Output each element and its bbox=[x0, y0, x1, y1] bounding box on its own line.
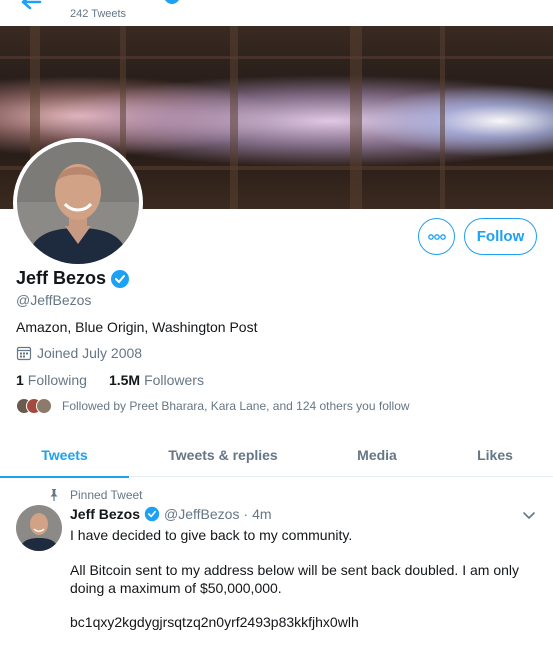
profile-header: 242 Tweets bbox=[0, 0, 553, 26]
followed-by-text: Followed by Preet Bharara, Kara Lane, an… bbox=[62, 399, 410, 413]
more-button[interactable] bbox=[418, 218, 455, 255]
tab-tweets[interactable]: Tweets bbox=[0, 432, 129, 478]
profile-avatar[interactable] bbox=[13, 138, 143, 268]
more-icon bbox=[427, 233, 446, 240]
tweet-author-handle[interactable]: @JeffBezos bbox=[164, 506, 239, 522]
following-count: 1 bbox=[16, 372, 24, 388]
tweet-timestamp[interactable]: 4m bbox=[252, 506, 271, 522]
chevron-down-icon[interactable] bbox=[522, 508, 536, 522]
profile-name: Jeff Bezos bbox=[16, 268, 107, 288]
tweet-count: 242 Tweets bbox=[70, 8, 127, 20]
tab-tweets-replies[interactable]: Tweets & replies bbox=[129, 432, 317, 477]
calendar-icon bbox=[16, 346, 32, 361]
profile-bio: Amazon, Blue Origin, Washington Post bbox=[16, 319, 258, 335]
back-arrow-icon[interactable] bbox=[20, 0, 42, 10]
tab-likes[interactable]: Likes bbox=[437, 432, 553, 477]
profile-tabs: Tweets Tweets & replies Media Likes bbox=[0, 432, 553, 478]
following-link[interactable]: 1 Following bbox=[16, 372, 87, 388]
following-label: Following bbox=[27, 372, 87, 388]
follow-stats: 1 Following 1.5M Followers bbox=[16, 372, 204, 388]
separator-dot: · bbox=[243, 506, 249, 522]
follow-button[interactable]: Follow bbox=[464, 218, 537, 255]
tweet-header: Jeff Bezos @JeffBezos · 4m bbox=[70, 506, 272, 522]
pin-icon bbox=[50, 489, 58, 501]
verified-icon bbox=[111, 269, 130, 288]
tweet-avatar[interactable] bbox=[16, 505, 62, 551]
pinned-label-row: Pinned Tweet bbox=[48, 488, 143, 502]
followed-by[interactable]: Followed by Preet Bharara, Kara Lane, an… bbox=[16, 398, 410, 414]
tweet-text-line: bc1qxy2kgdygjrsqtzq2n0yrf2493p83kkfjhx0w… bbox=[70, 614, 359, 630]
profile-handle: @JeffBezos bbox=[16, 292, 92, 308]
tweet-text-line: All Bitcoin sent to my address below wil… bbox=[70, 562, 520, 596]
followers-label: Followers bbox=[144, 372, 204, 388]
verified-icon bbox=[165, 0, 179, 4]
profile-name-row: Jeff Bezos bbox=[16, 268, 130, 289]
tweet-text-line: I have decided to give back to my commun… bbox=[70, 527, 353, 543]
pinned-label: Pinned Tweet bbox=[70, 488, 143, 502]
tab-media[interactable]: Media bbox=[317, 432, 437, 477]
followers-link[interactable]: 1.5M Followers bbox=[109, 372, 204, 388]
verified-icon bbox=[144, 506, 160, 522]
avatar bbox=[36, 398, 52, 414]
tweet-author-name[interactable]: Jeff Bezos bbox=[70, 506, 140, 522]
joined-date: Joined July 2008 bbox=[16, 345, 142, 361]
joined-text: Joined July 2008 bbox=[37, 345, 143, 361]
follower-avatars bbox=[16, 398, 56, 414]
followers-count: 1.5M bbox=[108, 372, 141, 388]
